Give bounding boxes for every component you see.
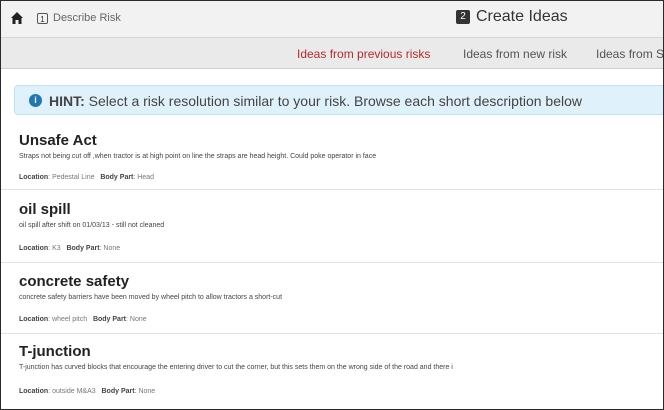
location-value: K3 <box>52 245 61 252</box>
risk-meta: Location: Pedestal Line Body Part: Head <box>19 174 155 181</box>
risk-list-item[interactable]: concrete safety concrete safety barriers… <box>1 263 663 334</box>
risk-list-item[interactable]: T-junction T-junction has curved blocks … <box>1 334 663 409</box>
risk-title: T-junction <box>19 343 91 360</box>
hint-prefix: HINT: <box>49 93 85 109</box>
step-describe-risk[interactable]: 1 Describe Risk <box>37 12 121 24</box>
hint-box: i HINT: Select a risk resolution similar… <box>14 85 663 115</box>
body-part-value: None <box>103 245 121 252</box>
body-part-label: Body Part <box>100 174 134 181</box>
risk-meta: Location: K3 Body Part: None <box>19 245 121 252</box>
location-value: wheel pitch <box>52 316 88 323</box>
step1-label: Describe Risk <box>53 12 121 24</box>
risk-description: oil spill after shift on 01/03/13 - stil… <box>19 222 165 229</box>
risk-title: concrete safety <box>19 273 130 290</box>
step-bar: 1 Describe Risk 2 Create Ideas <box>1 1 663 38</box>
app-window: 1 Describe Risk 2 Create Ideas Ideas fro… <box>0 0 664 410</box>
step1-number: 1 <box>37 12 48 24</box>
risk-meta: Location: wheel pitch Body Part: None <box>19 316 147 323</box>
step-create-ideas[interactable]: 2 Create Ideas <box>456 8 568 26</box>
body-part-value: None <box>129 316 147 323</box>
idea-tabs: Ideas from previous risks Ideas from new… <box>1 38 663 69</box>
home-icon[interactable] <box>10 11 24 25</box>
info-icon: i <box>29 94 42 107</box>
step2-label: Create Ideas <box>476 8 568 25</box>
hint-text: HINT: Select a risk resolution similar t… <box>49 93 582 109</box>
body-part-label: Body Part <box>66 245 100 252</box>
risk-description: T-junction has curved blocks that encour… <box>19 364 453 371</box>
location-label: Location <box>19 316 49 323</box>
risk-meta: Location: outside M&A3 Body Part: None <box>19 388 156 395</box>
risk-title: oil spill <box>19 201 71 218</box>
hint-message: Select a risk resolution similar to your… <box>88 93 582 109</box>
body-part-label: Body Part <box>101 388 135 395</box>
risk-title: Unsafe Act <box>19 132 97 149</box>
body-part-value: Head <box>137 174 155 181</box>
tab-ideas-from-s[interactable]: Ideas from S <box>596 47 663 61</box>
location-value: outside M&A3 <box>52 388 96 395</box>
risk-description: concrete safety barriers have been moved… <box>19 294 283 301</box>
location-label: Location <box>19 245 49 252</box>
location-label: Location <box>19 174 49 181</box>
tab-ideas-previous-risks[interactable]: Ideas from previous risks <box>297 47 430 61</box>
body-part-label: Body Part <box>92 316 126 323</box>
location-label: Location <box>19 388 49 395</box>
step2-number: 2 <box>456 10 470 24</box>
risk-list-item[interactable]: Unsafe Act Straps not being cut off ,whe… <box>1 123 663 190</box>
body-part-value: None <box>138 388 156 395</box>
risk-list-item[interactable]: oil spill oil spill after shift on 01/03… <box>1 190 663 263</box>
location-value: Pedestal Line <box>52 174 95 181</box>
risk-description: Straps not being cut off ,when tractor i… <box>19 153 377 160</box>
tab-ideas-new-risk[interactable]: Ideas from new risk <box>463 47 567 61</box>
